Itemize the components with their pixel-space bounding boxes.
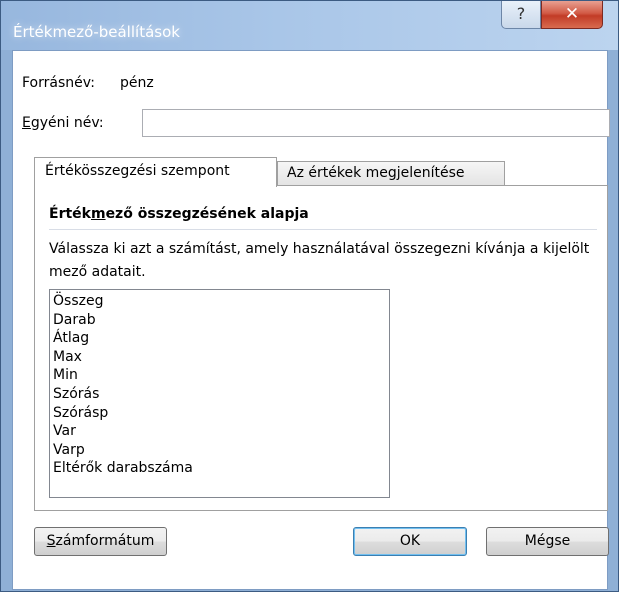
number-format-button[interactable]: Számformátum	[34, 527, 167, 556]
dialog-title: Értékmező-beállítások	[13, 23, 180, 41]
list-item-stdev[interactable]: Szórás	[53, 385, 389, 404]
close-button[interactable]: ✕	[541, 1, 603, 29]
help-icon: ?	[516, 4, 526, 23]
custom-name-accesskey: E	[22, 115, 31, 131]
list-item-average[interactable]: Átlag	[53, 329, 389, 348]
list-item-distinct-count[interactable]: Eltérők darabszáma	[53, 459, 389, 478]
list-item-var[interactable]: Var	[53, 422, 389, 441]
list-item-min[interactable]: Min	[53, 366, 389, 385]
list-item-sum[interactable]: Összeg	[53, 292, 389, 311]
custom-name-label-rest: gyéni név:	[30, 115, 104, 131]
summarize-title-start: Érték	[49, 206, 91, 222]
group-separator	[49, 229, 597, 230]
tab-summarize-by[interactable]: Értékösszegzési szempont	[34, 157, 277, 187]
help-button[interactable]: ?	[501, 1, 541, 29]
summarize-title-accesskey: m	[90, 206, 106, 222]
source-name-label: Forrásnév:	[22, 75, 95, 91]
title-bar[interactable]: Értékmező-beállítások ? ✕	[1, 1, 618, 50]
dialog-body: Forrásnév: pénz Egyéni név: Értékösszegz…	[12, 50, 610, 590]
ok-button[interactable]: OK	[353, 527, 467, 556]
tab-show-values-as[interactable]: Az értékek megjelenítése	[277, 161, 505, 186]
list-item-stdevp[interactable]: Szórásp	[53, 404, 389, 423]
cancel-button[interactable]: Mégse	[486, 527, 609, 556]
close-icon: ✕	[564, 4, 580, 24]
source-name-value: pénz	[120, 75, 154, 91]
list-item-count[interactable]: Darab	[53, 311, 389, 330]
summarize-title-end: ező összegzésének alapja	[105, 206, 309, 222]
number-format-label-rest: zámformátum	[55, 533, 155, 549]
summarize-group-title: Értékmező összegzésének alapja	[49, 206, 309, 222]
dialog-window: Értékmező-beállítások ? ✕ Forrásnév: pén…	[0, 0, 619, 592]
number-format-accesskey: S	[46, 533, 56, 549]
custom-name-input[interactable]	[142, 109, 610, 137]
tab-panel-summarize: Értékmező összegzésének alapja Válassza …	[34, 185, 608, 511]
list-item-varp[interactable]: Varp	[53, 441, 389, 460]
custom-name-label: Egyéni név:	[22, 115, 104, 131]
list-item-max[interactable]: Max	[53, 348, 389, 367]
summary-function-list[interactable]: Összeg Darab Átlag Max Min Szórás Szórás…	[49, 289, 390, 498]
summarize-description: Válassza ki azt a számítást, amely haszn…	[49, 241, 590, 280]
